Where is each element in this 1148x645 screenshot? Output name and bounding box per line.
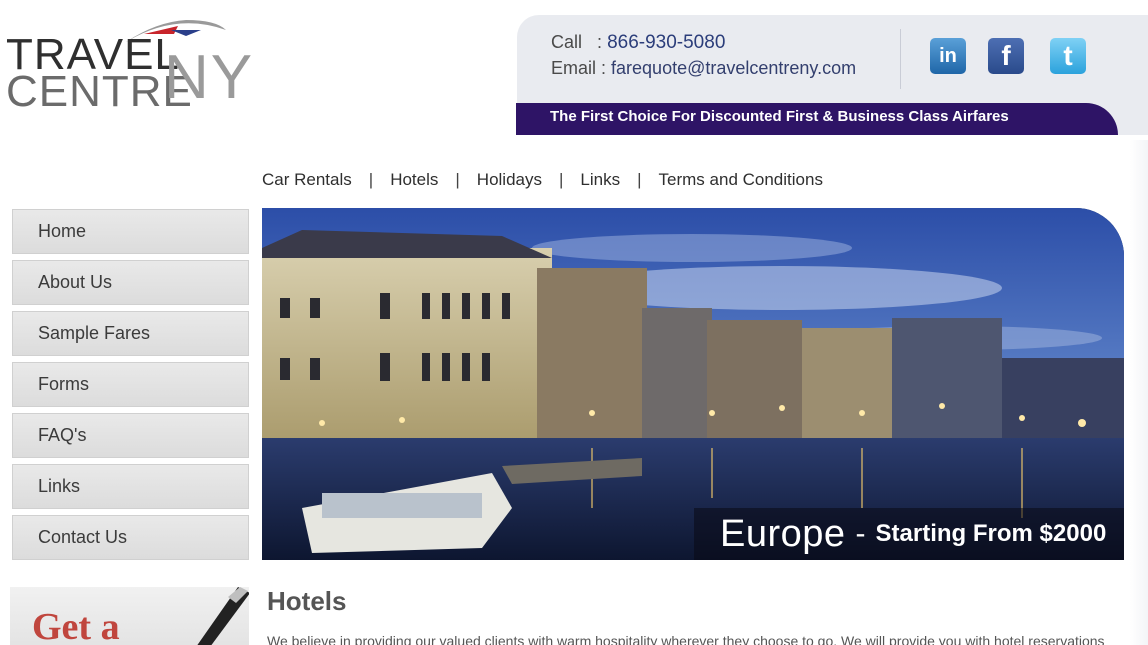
twitter-icon[interactable]: t [1050, 38, 1086, 74]
phone-number[interactable]: 866-930-5080 [607, 32, 725, 53]
quote-banner-text: Get a [32, 606, 120, 645]
nav-separator: | [637, 170, 642, 189]
page-edge [1130, 140, 1148, 645]
email-label: Email : [551, 58, 607, 78]
call-label: Call [551, 32, 583, 52]
get-a-quote-banner[interactable]: Get a [10, 587, 249, 645]
nav-separator: | [559, 170, 564, 189]
tagline-banner: The First Choice For Discounted First & … [516, 103, 1118, 135]
email-link[interactable]: farequote@travelcentreny.com [611, 58, 856, 78]
top-nav: Car Rentals | Hotels | Holidays | Links … [262, 169, 823, 191]
nav-separator: | [368, 170, 374, 189]
hero-banner[interactable]: Europe - Starting From $2000 [262, 208, 1124, 560]
hero-destination: Europe [720, 512, 846, 555]
site-logo[interactable]: TRAVEL CENTRE NY [6, 12, 266, 114]
hero-dash: - [855, 517, 866, 550]
logo-ny: NY [164, 43, 255, 112]
contact-divider [900, 29, 901, 89]
sidebar-item-contact-us[interactable]: Contact Us [12, 515, 249, 560]
sidebar-item-forms[interactable]: Forms [12, 362, 249, 407]
linkedin-icon[interactable]: in [930, 38, 966, 74]
nav-links[interactable]: Links [580, 170, 620, 190]
nav-car-rentals[interactable]: Car Rentals [262, 170, 352, 190]
call-separator: : [597, 32, 603, 52]
nav-separator: | [455, 170, 460, 189]
nav-holidays[interactable]: Holidays [477, 170, 542, 190]
call-line: Call : 866-930-5080 [551, 32, 725, 54]
sidebar-item-sample-fares[interactable]: Sample Fares [12, 311, 249, 356]
page-title: Hotels [267, 586, 347, 616]
sidebar-item-links[interactable]: Links [12, 464, 249, 509]
email-line: Email : farequote@travelcentreny.com [551, 58, 856, 79]
hero-price: Starting From $2000 [875, 520, 1107, 547]
sidebar-item-home[interactable]: Home [12, 209, 249, 254]
nav-terms[interactable]: Terms and Conditions [659, 170, 823, 190]
sidebar-menu: Home About Us Sample Fares Forms FAQ's L… [12, 209, 249, 566]
sidebar-item-faqs[interactable]: FAQ's [12, 413, 249, 458]
sidebar-item-about-us[interactable]: About Us [12, 260, 249, 305]
facebook-icon[interactable]: f [988, 38, 1024, 74]
pen-icon [197, 587, 249, 645]
hero-caption: Europe - Starting From $2000 [694, 508, 1124, 560]
nav-hotels[interactable]: Hotels [390, 170, 438, 190]
intro-paragraph: We believe in providing our valued clien… [267, 633, 1105, 645]
